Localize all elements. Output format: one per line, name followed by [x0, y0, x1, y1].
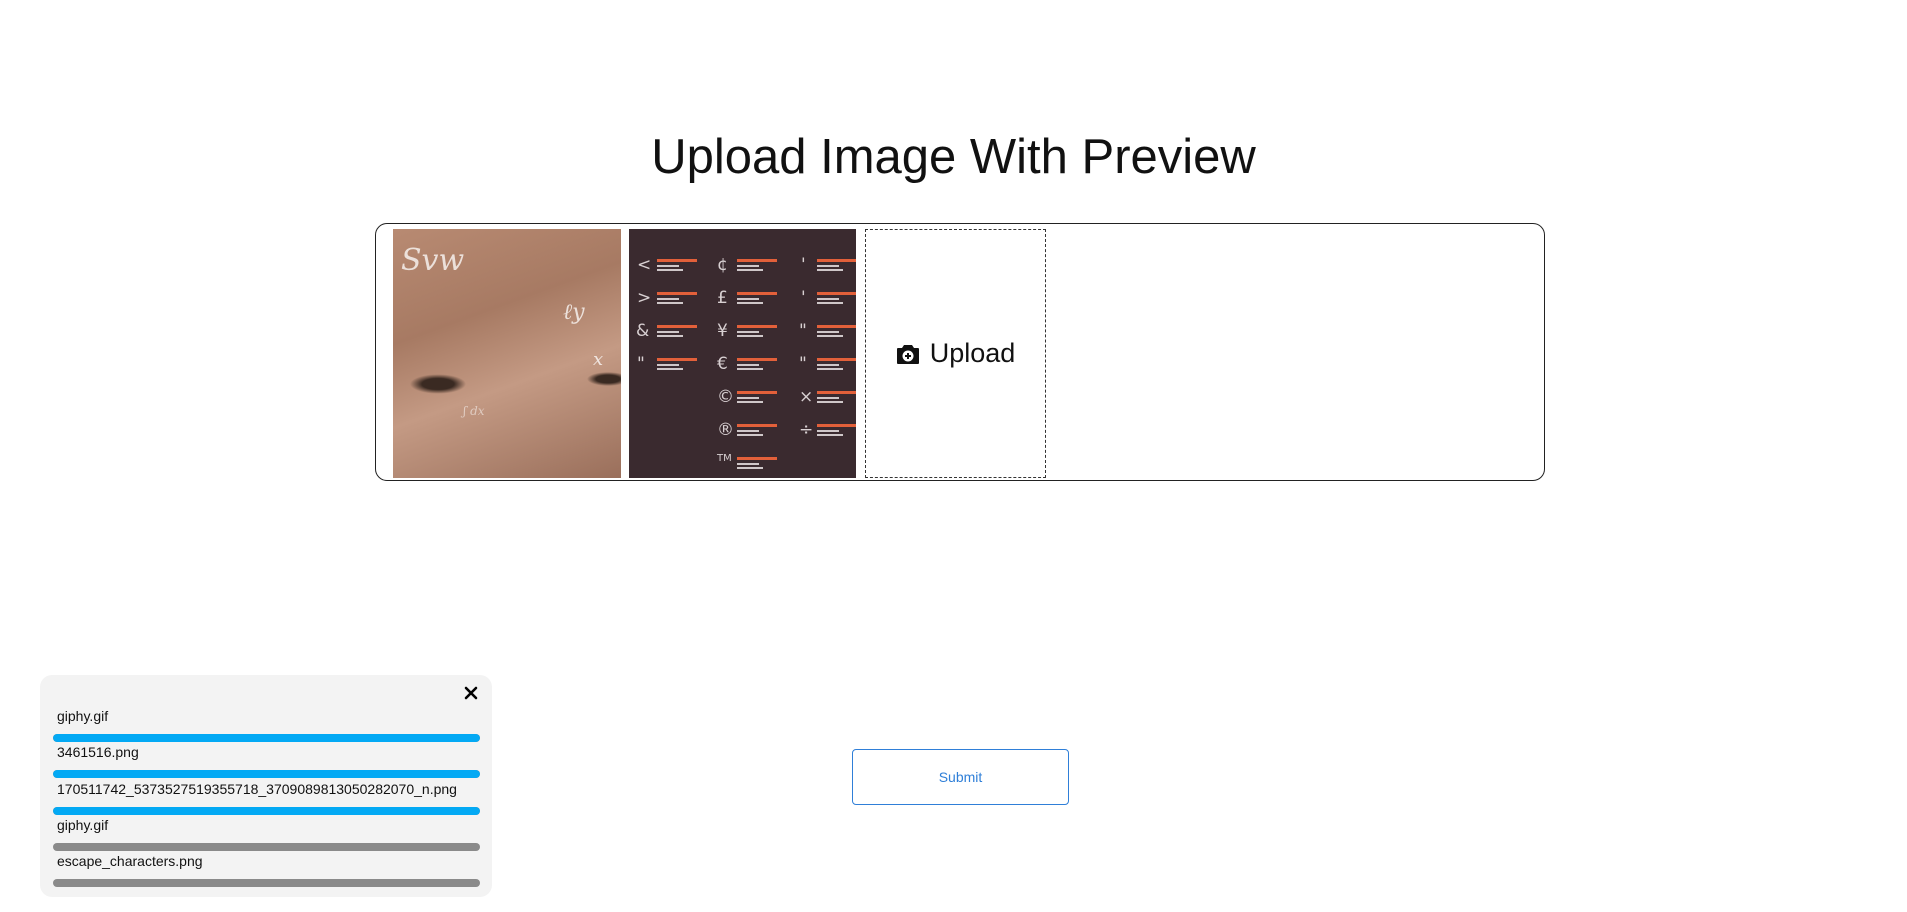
- upload-progress-bar: [53, 770, 480, 779]
- upload-progress-bar: [53, 806, 480, 815]
- upload-label: Upload: [929, 338, 1016, 368]
- preview-container: Svw ℓy x ʃ dx < > & " ¢ £ ¥ € © ® TM ' '…: [375, 223, 1545, 481]
- page: Upload Image With Preview Svw ℓy x ʃ dx …: [0, 0, 1907, 912]
- upload-progress-fill: [53, 806, 480, 815]
- upload-file-item: giphy.gif: [53, 816, 480, 851]
- upload-file-name: escape_characters.png: [57, 853, 203, 870]
- upload-progress-panel: giphy.gif 3461516.png 170511742_5373527519…: [40, 675, 492, 897]
- submit-button[interactable]: Submit: [852, 749, 1069, 805]
- close-icon[interactable]: [462, 684, 480, 702]
- image-preview-face[interactable]: Svw ℓy x ʃ dx: [393, 229, 621, 478]
- image-preview-characters[interactable]: < > & " ¢ £ ¥ € © ® TM ' ' " " × ÷: [629, 229, 856, 478]
- upload-file-name: 3461516.png: [57, 744, 139, 761]
- upload-file-item: 3461516.png: [53, 743, 480, 779]
- upload-progress-bar: [53, 842, 480, 851]
- upload-progress-bar: [53, 879, 480, 888]
- upload-file-item: giphy.gif: [53, 707, 480, 742]
- camera-plus-icon: [896, 343, 920, 365]
- upload-file-name: 170511742_5373527519355718_3709089813050…: [57, 780, 457, 797]
- page-title: Upload Image With Preview: [651, 130, 1256, 184]
- upload-file-name: giphy.gif: [57, 708, 109, 724]
- upload-progress-fill: [53, 770, 480, 779]
- upload-file-name: giphy.gif: [57, 816, 109, 833]
- upload-file-item: escape_characters.png: [53, 852, 480, 888]
- upload-file-item: 170511742_5373527519355718_3709089813050…: [53, 780, 480, 815]
- upload-button[interactable]: Upload: [865, 229, 1046, 478]
- upload-progress-bar: [53, 734, 480, 742]
- upload-progress-fill: [53, 734, 480, 742]
